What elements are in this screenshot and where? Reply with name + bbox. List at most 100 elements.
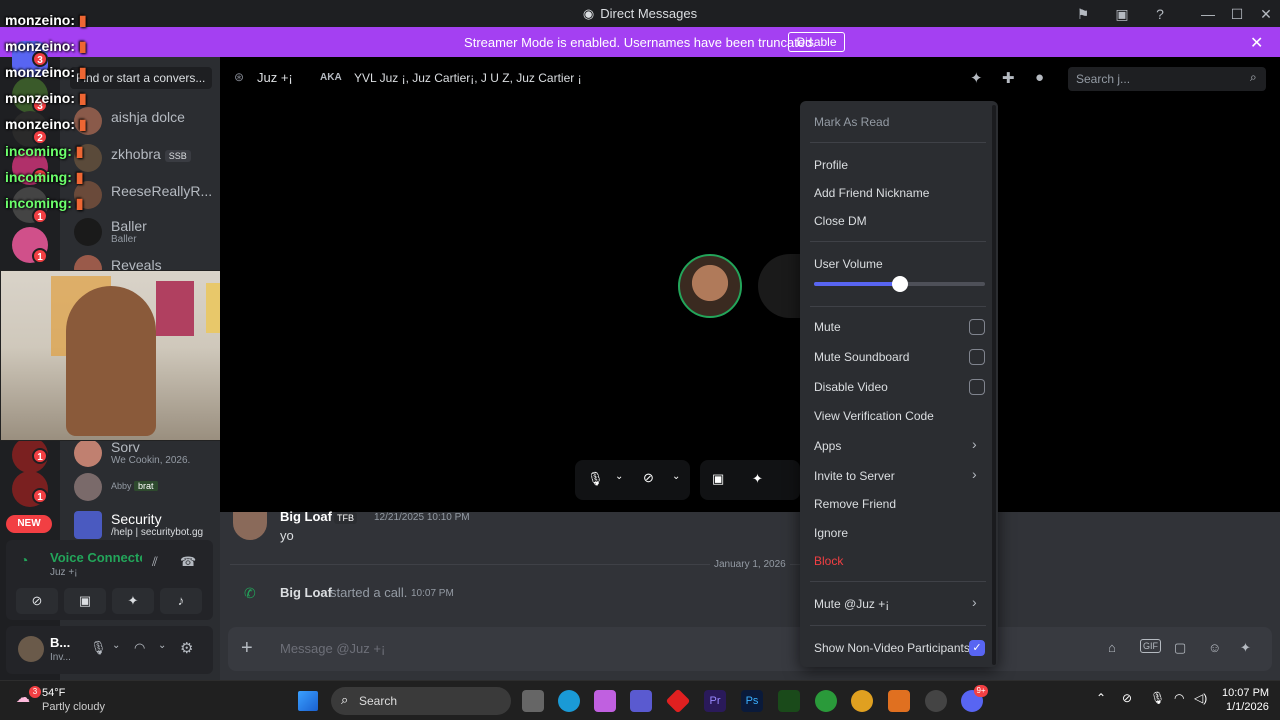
obs-icon[interactable] [925, 690, 947, 712]
photoshop-icon[interactable]: Ps [741, 690, 763, 712]
invite-to-server-item[interactable]: Invite to Server [814, 469, 895, 483]
chevron-down-icon[interactable]: ⌄ [112, 640, 120, 651]
task-view-icon[interactable] [522, 690, 544, 712]
activities-icon[interactable]: ✦ [752, 471, 763, 487]
taskbar-search[interactable]: ⌕ Search [331, 687, 511, 715]
disconnect-icon[interactable]: ☎ [180, 554, 196, 570]
gift-icon[interactable]: ⌂ [1108, 640, 1116, 655]
noise-suppression-icon[interactable]: ⫽ [152, 554, 158, 570]
mute-checkbox[interactable] [969, 319, 985, 335]
disable-streamer-button[interactable]: Disable [788, 32, 845, 52]
mark-as-read-item[interactable]: Mark As Read [814, 115, 889, 129]
profile-icon[interactable]: ● [1035, 69, 1044, 86]
pin-icon[interactable]: ✦ [970, 69, 983, 87]
microphone-icon[interactable]: 🎙︎ [587, 471, 604, 487]
participant-avatar[interactable] [758, 254, 802, 318]
dm-item[interactable]: Baller Baller [74, 216, 214, 252]
chevron-down-icon[interactable]: ⌄ [672, 471, 680, 482]
close-dm-item[interactable]: Close DM [814, 214, 867, 228]
chrome-icon[interactable] [851, 690, 873, 712]
chrome-icon[interactable] [815, 690, 837, 712]
help-icon[interactable]: ? [1150, 4, 1170, 24]
volume-icon[interactable]: ◁) [1194, 691, 1207, 705]
volume-slider[interactable] [814, 276, 985, 292]
dm-item[interactable]: Abby brat [74, 471, 214, 507]
mute-soundboard-item[interactable]: Mute Soundboard [814, 350, 909, 364]
chevron-up-icon[interactable]: ⌃ [1096, 691, 1106, 705]
premiere-icon[interactable]: Pr [704, 690, 726, 712]
voice-channel[interactable]: Juz +¡ [50, 567, 78, 578]
ignore-item[interactable]: Ignore [814, 526, 848, 540]
app-icon[interactable] [888, 690, 910, 712]
search-input[interactable]: Search j... [1068, 67, 1266, 91]
copilot-icon[interactable] [594, 690, 616, 712]
menu-scrollbar[interactable] [992, 105, 996, 665]
mute-user-item[interactable]: Mute @Juz +¡ [814, 597, 889, 611]
clock-date[interactable]: 1/1/2026 [1226, 701, 1269, 713]
sticker-icon[interactable]: ▢ [1174, 640, 1186, 656]
avatar[interactable] [18, 636, 44, 662]
network-icon[interactable]: ⊘ [1122, 691, 1132, 705]
emoji-icon[interactable]: ☺ [1208, 640, 1221, 655]
mute-soundboard-checkbox[interactable] [969, 349, 985, 365]
edge-icon[interactable] [558, 690, 580, 712]
teams-icon[interactable] [630, 690, 652, 712]
soundboard-button[interactable]: ♪ [160, 588, 202, 614]
app-icon[interactable] [778, 690, 800, 712]
dm-item[interactable]: aishja dolce [74, 105, 214, 141]
chevron-down-icon[interactable]: ⌄ [158, 640, 166, 651]
close-icon[interactable]: ✕ [1250, 33, 1263, 53]
dm-search-input[interactable]: Find or start a convers... [70, 67, 212, 89]
avatar[interactable] [233, 512, 267, 540]
avatar [74, 218, 102, 246]
chevron-down-icon[interactable]: ⌄ [615, 471, 623, 482]
disable-video-checkbox[interactable] [969, 379, 985, 395]
new-pill[interactable]: NEW [6, 515, 52, 533]
mute-item[interactable]: Mute [814, 320, 841, 334]
inbox-icon[interactable]: ▣ [1112, 4, 1132, 24]
activities-button[interactable]: ✦ [112, 588, 154, 614]
gear-icon[interactable]: ⚙ [180, 639, 193, 657]
weather-icon[interactable]: ☁ [16, 689, 30, 706]
wifi-icon[interactable]: ◠ [1174, 691, 1184, 705]
app-icon[interactable] [665, 688, 691, 714]
dm-header-name[interactable]: Juz +¡ [257, 70, 293, 85]
call-author[interactable]: Big Loaf [280, 585, 332, 600]
dm-item[interactable]: zkhobra SSB [74, 142, 214, 178]
dm-item[interactable]: Sorv We Cookin, 2026. [74, 437, 214, 473]
show-non-video-checkbox[interactable]: ✓ [969, 640, 985, 656]
message-author[interactable]: Big Loaf [280, 509, 332, 524]
weather-temp[interactable]: 54°F [42, 687, 65, 699]
start-icon[interactable] [298, 691, 318, 711]
add-attachment-button[interactable]: + [241, 637, 253, 660]
microphone-icon[interactable]: 🎙︎ [90, 640, 107, 656]
verification-code-item[interactable]: View Verification Code [814, 409, 934, 423]
camera-off-icon[interactable]: ⊘ [643, 470, 654, 486]
volume-handle[interactable] [891, 276, 908, 292]
maximize-button[interactable]: ☐ [1227, 4, 1247, 24]
flag-icon[interactable]: ⚑ [1073, 4, 1093, 24]
dm-item[interactable]: ReeseReallyR... [74, 179, 214, 215]
camera-off-button[interactable]: ⊘ [16, 588, 58, 614]
add-nickname-item[interactable]: Add Friend Nickname [814, 186, 929, 200]
message-input[interactable]: Message @Juz +¡ [280, 641, 385, 656]
show-non-video-item[interactable]: Show Non-Video Participants [814, 641, 970, 655]
close-window-button[interactable]: ✕ [1256, 4, 1276, 24]
screen-share-icon[interactable]: ▣ [712, 471, 724, 487]
apps-item[interactable]: Apps [814, 439, 841, 453]
remove-friend-item[interactable]: Remove Friend [814, 497, 896, 511]
microphone-icon[interactable]: 🎙︎ [1150, 691, 1165, 705]
gif-icon[interactable]: GIF [1140, 639, 1161, 653]
user-volume-label: User Volume [814, 257, 883, 271]
clock-time[interactable]: 10:07 PM [1222, 687, 1269, 699]
block-item[interactable]: Block [814, 554, 843, 568]
minimize-button[interactable]: — [1198, 4, 1218, 24]
participant-avatar[interactable] [678, 254, 742, 318]
apps-icon[interactable]: ✦ [1240, 640, 1251, 656]
weather-desc[interactable]: Partly cloudy [42, 701, 105, 713]
disable-video-item[interactable]: Disable Video [814, 380, 888, 394]
profile-item[interactable]: Profile [814, 158, 848, 172]
add-friend-icon[interactable]: ✚ [1002, 69, 1015, 87]
headphones-icon[interactable]: ◠ [134, 640, 145, 656]
screen-share-button[interactable]: ▣ [64, 588, 106, 614]
